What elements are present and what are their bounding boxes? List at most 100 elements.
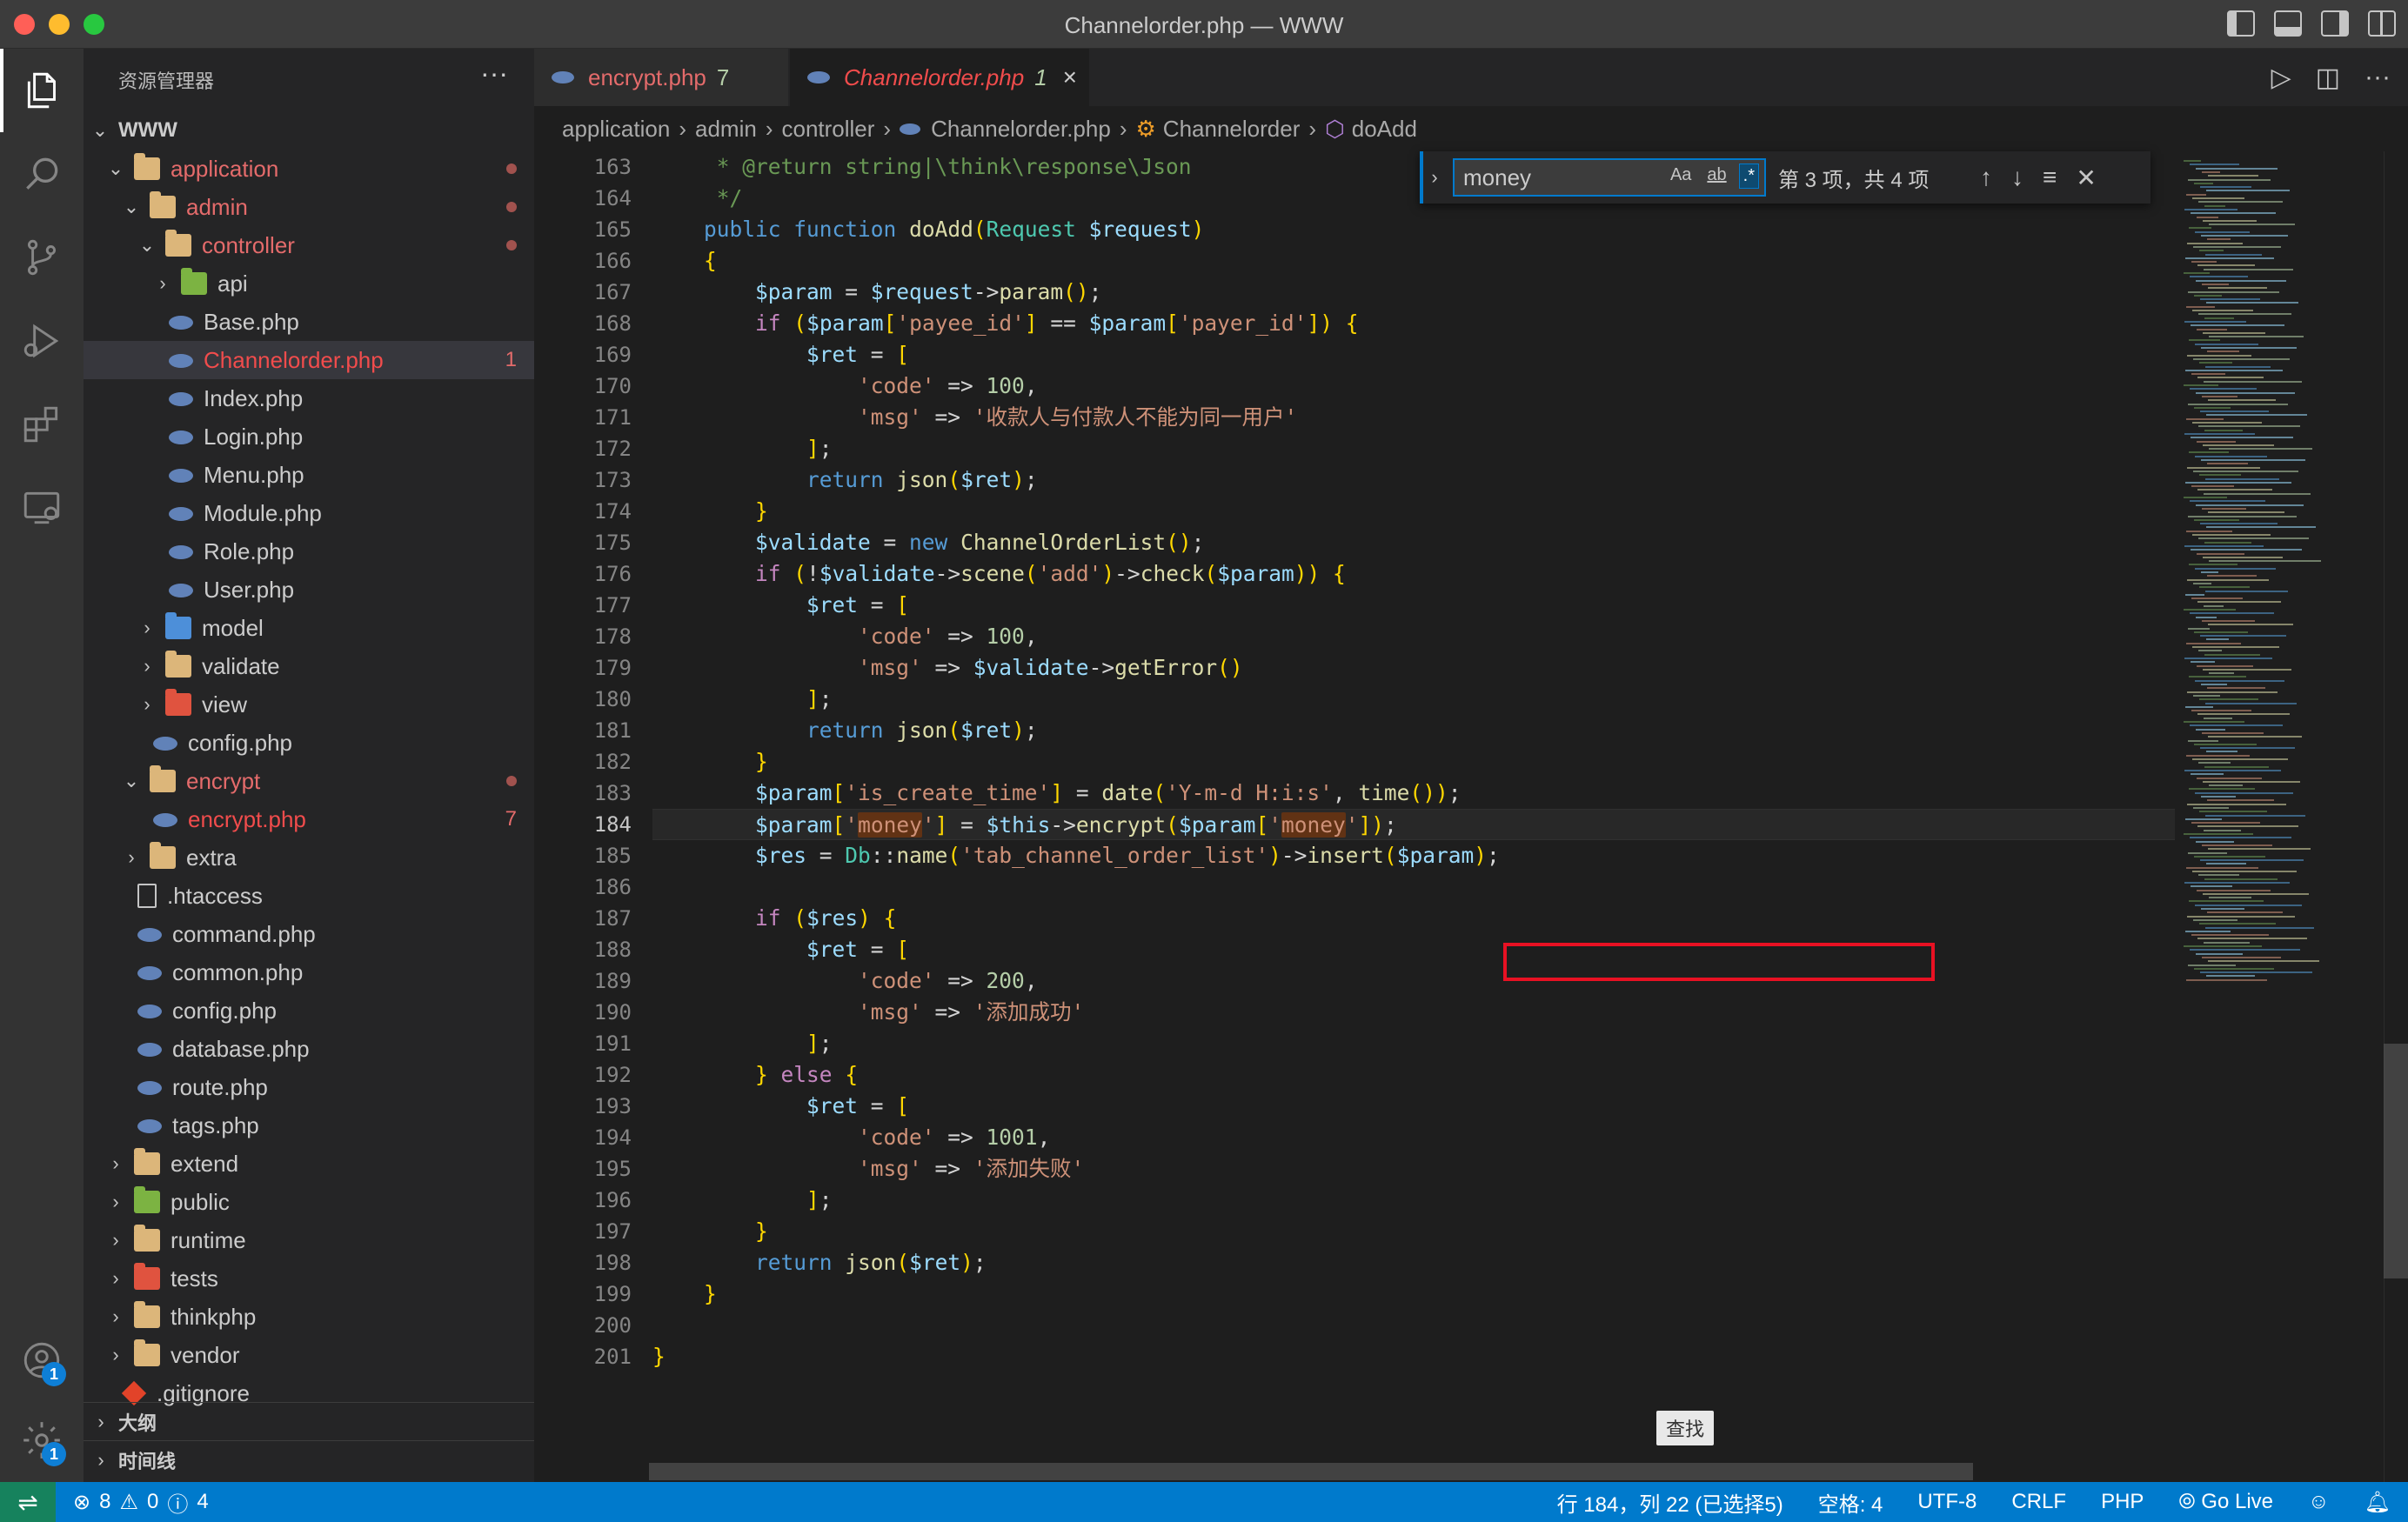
accounts-icon[interactable]: 1 — [0, 1318, 84, 1402]
tree-item[interactable]: config.php — [84, 991, 534, 1030]
vertical-scrollbar-thumb[interactable] — [2384, 1044, 2408, 1278]
code-line[interactable]: 'msg' => $validate->getError() — [652, 652, 2184, 684]
next-match-icon[interactable]: ↓ — [2011, 164, 2023, 191]
tree-item[interactable]: encrypt.php 7 — [84, 800, 534, 838]
code-line[interactable]: $res = Db::name('tab_channel_order_list'… — [652, 840, 2184, 871]
tree-item[interactable]: Role.php — [84, 532, 534, 571]
code-line[interactable]: if ($param['payee_id'] == $param['payer_… — [652, 308, 2184, 339]
code-line[interactable]: 'code' => 100, — [652, 370, 2184, 402]
code-line[interactable]: ]; — [652, 1028, 2184, 1059]
outline-section[interactable]: › 大纲 — [84, 1402, 534, 1440]
toggle-panel-icon[interactable] — [2274, 10, 2302, 37]
use-regex-toggle[interactable]: .* — [1738, 164, 1759, 189]
tree-item[interactable]: Login.php — [84, 417, 534, 456]
breadcrumb-class[interactable]: Channelorder — [1163, 116, 1301, 143]
workspace-root[interactable]: ⌄ WWW — [84, 111, 534, 150]
tree-item[interactable]: common.php — [84, 953, 534, 991]
code-line[interactable]: } — [652, 1216, 2184, 1247]
explorer-more-icon[interactable]: ··· — [480, 57, 508, 90]
more-actions-icon[interactable]: ··· — [2365, 63, 2391, 93]
tree-item[interactable]: › thinkphp — [84, 1298, 534, 1336]
tree-item[interactable]: Menu.php — [84, 456, 534, 494]
tree-item[interactable]: route.php — [84, 1068, 534, 1106]
explorer-icon[interactable] — [0, 49, 84, 132]
code-line[interactable]: } — [652, 1341, 2184, 1372]
source-control-icon[interactable] — [0, 216, 84, 299]
code-line[interactable]: 'msg' => '添加失败' — [652, 1153, 2184, 1185]
code-line[interactable]: ]; — [652, 684, 2184, 715]
breadcrumb-method[interactable]: doAdd — [1352, 116, 1417, 143]
code-lines[interactable]: * @return string|\think\response\Json */… — [652, 151, 2184, 1372]
tree-item[interactable]: Module.php — [84, 494, 534, 532]
code-line[interactable] — [652, 871, 2184, 903]
search-icon[interactable] — [0, 132, 84, 216]
go-live-button[interactable]: ⦾ Go Live — [2178, 1490, 2273, 1514]
code-line[interactable]: $ret = [ — [652, 934, 2184, 965]
tree-item[interactable]: › vendor — [84, 1336, 534, 1374]
code-line[interactable]: $ret = [ — [652, 339, 2184, 370]
code-line[interactable]: $param['is_create_time'] = date('Y-m-d H… — [652, 778, 2184, 809]
code-line[interactable]: $validate = new ChannelOrderList(); — [652, 527, 2184, 558]
code-line[interactable]: 'code' => 1001, — [652, 1122, 2184, 1153]
code-line[interactable]: $ret = [ — [652, 590, 2184, 621]
code-line[interactable]: return json($ret); — [652, 715, 2184, 746]
breadcrumb-file[interactable]: Channelorder.php — [931, 116, 1111, 143]
find-in-selection-icon[interactable]: ≡ — [2043, 164, 2057, 191]
find-input[interactable]: money Aa ab .* — [1453, 158, 1766, 197]
split-editor-icon[interactable]: ◫ — [2316, 63, 2340, 93]
close-find-icon[interactable]: ✕ — [2076, 164, 2096, 192]
run-debug-icon[interactable] — [0, 299, 84, 383]
customize-layout-icon[interactable] — [2368, 10, 2396, 37]
language-mode[interactable]: PHP — [2101, 1490, 2144, 1514]
breadcrumb-controller[interactable]: controller — [781, 116, 874, 143]
run-file-icon[interactable]: ▷ — [2271, 63, 2291, 93]
code-line[interactable]: if ($res) { — [652, 903, 2184, 934]
code-line[interactable]: 'code' => 100, — [652, 621, 2184, 652]
indentation[interactable]: 空格: 4 — [1818, 1487, 1883, 1518]
code-line[interactable]: return json($ret); — [652, 1247, 2184, 1278]
code-line[interactable]: ]; — [652, 433, 2184, 464]
tree-item[interactable]: ⌄ encrypt — [84, 762, 534, 800]
feedback-icon[interactable]: ☺ — [2308, 1490, 2330, 1514]
tree-item[interactable]: Index.php — [84, 379, 534, 417]
code-line[interactable]: ]; — [652, 1185, 2184, 1216]
problems-indicator[interactable]: ⊗ 8 ⚠ 0 ⓘ 4 — [73, 1482, 209, 1522]
code-line[interactable] — [652, 1310, 2184, 1341]
tree-item[interactable]: ⌄ admin — [84, 188, 534, 226]
tree-item[interactable]: Channelorder.php 1 — [84, 341, 534, 379]
horizontal-scrollbar[interactable] — [649, 1463, 1973, 1480]
code-line[interactable]: 'code' => 200, — [652, 965, 2184, 997]
tree-item[interactable]: .htaccess — [84, 877, 534, 915]
code-line[interactable]: if (!$validate->scene('add')->check($par… — [652, 558, 2184, 590]
tree-item[interactable]: database.php — [84, 1030, 534, 1068]
tree-item[interactable]: › public — [84, 1183, 534, 1221]
code-line[interactable]: } — [652, 496, 2184, 527]
tree-item[interactable]: › validate — [84, 647, 534, 685]
code-line[interactable]: public function doAdd(Request $request) — [652, 214, 2184, 245]
cursor-position[interactable]: 行 184，列 22 (已选择5) — [1557, 1487, 1783, 1518]
previous-match-icon[interactable]: ↑ — [1980, 164, 1992, 191]
tree-item[interactable]: › extra — [84, 838, 534, 877]
settings-gear-icon[interactable]: 1 — [0, 1399, 84, 1482]
toggle-primary-sidebar-icon[interactable] — [2227, 10, 2255, 37]
code-line[interactable]: return json($ret); — [652, 464, 2184, 496]
tab-channelorder-php[interactable]: Channelorder.php 1 × — [790, 49, 1089, 106]
tree-item[interactable]: › runtime — [84, 1221, 534, 1259]
close-tab-icon[interactable]: × — [1063, 63, 1077, 91]
encoding[interactable]: UTF-8 — [1917, 1490, 1977, 1514]
code-editor[interactable]: 163 164 165 166 167 168 169 170 171 172 173 174 175 1… — [534, 151, 2408, 1482]
toggle-replace-icon[interactable]: › — [1420, 151, 1446, 204]
tree-item[interactable]: › extend — [84, 1145, 534, 1183]
extensions-icon[interactable] — [0, 383, 84, 466]
code-line[interactable]: $ret = [ — [652, 1091, 2184, 1122]
tree-item[interactable]: › tests — [84, 1259, 534, 1298]
code-line[interactable]: 'msg' => '收款人与付款人不能为同一用户' — [652, 402, 2184, 433]
code-line[interactable]: 'msg' => '添加成功' — [652, 997, 2184, 1028]
code-line[interactable]: $param['money'] = $this->encrypt($param[… — [652, 809, 2184, 840]
code-line[interactable]: $param = $request->param(); — [652, 277, 2184, 308]
breadcrumb-admin[interactable]: admin — [695, 116, 757, 143]
tree-item[interactable]: tags.php — [84, 1106, 534, 1145]
tree-item[interactable]: › model — [84, 609, 534, 647]
tab-encrypt-php[interactable]: encrypt.php 7 — [534, 49, 788, 106]
tree-item[interactable]: › view — [84, 685, 534, 724]
